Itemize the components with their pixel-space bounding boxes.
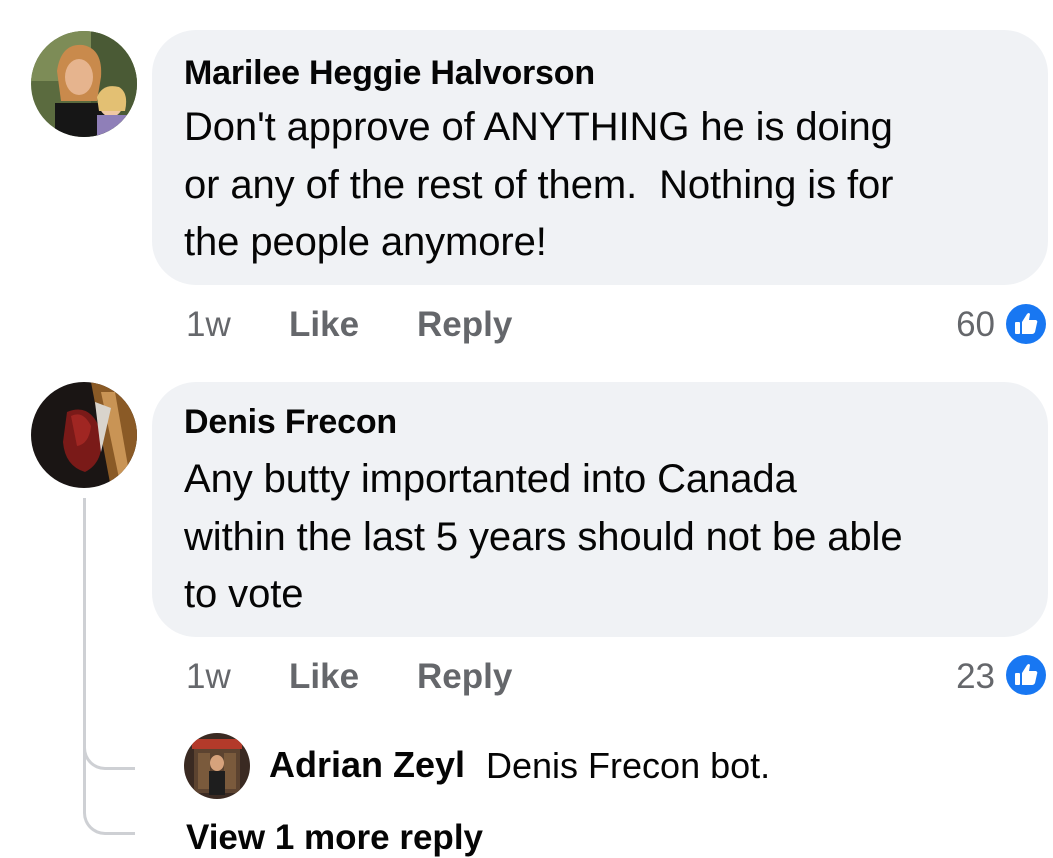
like-icon[interactable] — [1006, 655, 1046, 695]
comment-timestamp[interactable]: 1w — [186, 657, 231, 697]
reply-text: Denis Frecon bot. — [486, 745, 771, 786]
reply-author[interactable]: Adrian Zeyl — [269, 744, 465, 786]
comment-bubble: Denis Frecon Any butty importanted into … — [152, 382, 1048, 637]
like-icon[interactable] — [1006, 304, 1046, 344]
avatar[interactable] — [184, 733, 250, 799]
avatar[interactable] — [31, 382, 137, 488]
comment-text-line: to vote — [184, 572, 304, 616]
comment-text-line: the people anymore! — [184, 220, 547, 264]
like-button[interactable]: Like — [289, 657, 359, 697]
comment-text-line: within the last 5 years should not be ab… — [184, 515, 903, 559]
view-more-replies-link[interactable]: View 1 more reply — [186, 818, 483, 858]
like-button[interactable]: Like — [289, 305, 359, 345]
reaction-count[interactable]: 60 — [956, 305, 995, 345]
reply-button[interactable]: Reply — [417, 657, 512, 697]
reply-thread-line — [83, 700, 135, 835]
avatar[interactable] — [31, 31, 137, 137]
comment-author[interactable]: Denis Frecon — [184, 403, 397, 442]
reply-button[interactable]: Reply — [417, 305, 512, 345]
comment-text-line: or any of the rest of them. Nothing is f… — [184, 163, 894, 207]
comment-timestamp[interactable]: 1w — [186, 305, 231, 345]
reaction-count[interactable]: 23 — [956, 657, 995, 697]
comment-text-line: Any butty importanted into Canada — [184, 457, 797, 501]
comment-bubble: Marilee Heggie Halvorson Don't approve o… — [152, 30, 1048, 285]
comment-author[interactable]: Marilee Heggie Halvorson — [184, 54, 595, 93]
comment-text-line: Don't approve of ANYTHING he is doing — [184, 105, 893, 149]
